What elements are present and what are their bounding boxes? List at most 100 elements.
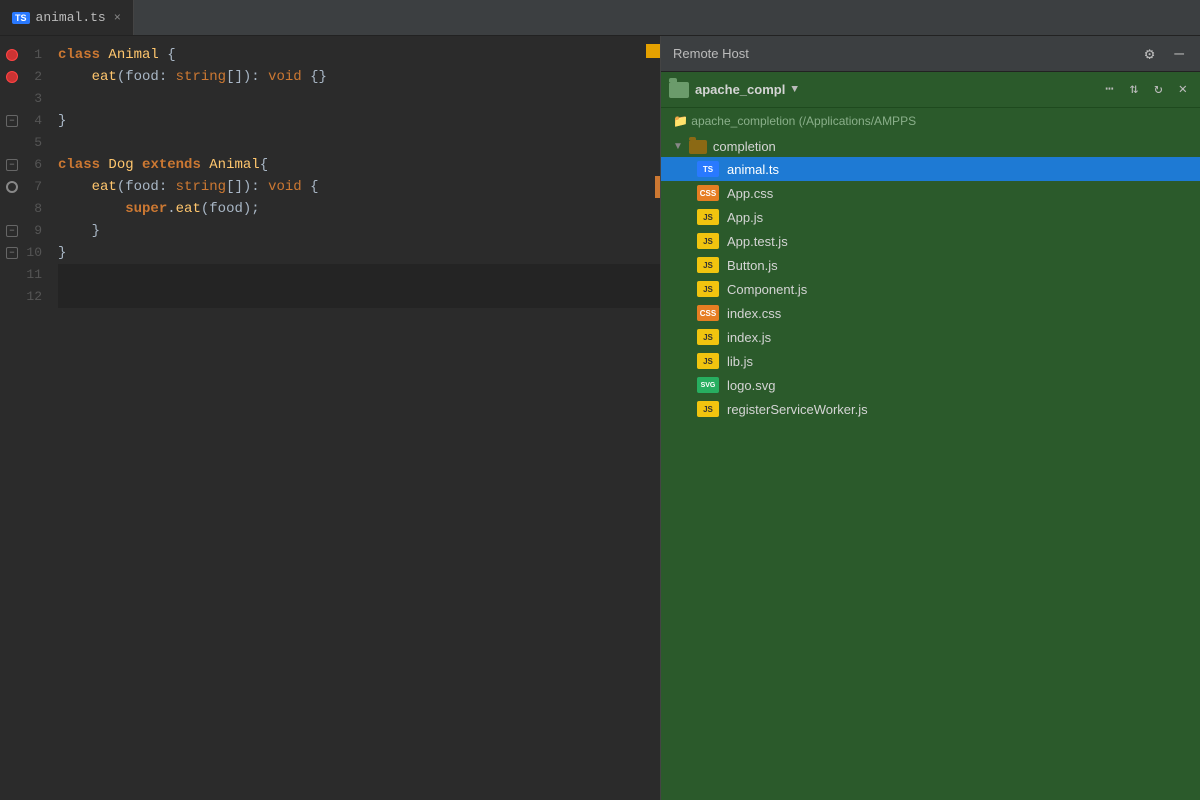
gutter: 1 2 3 − 4 [0,36,50,800]
folder-dropdown-label[interactable]: apache_compl [695,82,785,97]
line-num-8: 8 [24,198,42,220]
file-app-test-js[interactable]: JS App.test.js [661,229,1200,253]
gutter-icon-6: − [4,157,20,173]
brackets: []): [226,66,268,88]
tab-animal-ts[interactable]: TS animal.ts × [0,0,134,35]
file-app-css[interactable]: CSS App.css [661,181,1200,205]
file-name: logo.svg [727,378,775,393]
file-app-js[interactable]: JS App.js [661,205,1200,229]
gutter-row-5: 5 [0,132,42,154]
gutter-icon-9: − [4,223,20,239]
gutter-row-4: − 4 [0,110,42,132]
fold-icon-4[interactable]: − [6,115,18,127]
file-name: index.css [727,306,781,321]
brace-open-6: { [260,154,268,176]
gutter-icon-7 [4,179,20,195]
code-line-9: } [58,220,660,242]
tab-label: animal.ts [36,10,106,25]
line-num-2: 2 [24,66,42,88]
css-file-badge-2: CSS [697,305,719,321]
file-logo-svg[interactable]: SVG logo.svg [661,373,1200,397]
breakpoint-icon-2[interactable] [6,71,18,83]
dot-8: . [167,198,175,220]
gutter-icon-11 [4,267,20,283]
file-button-js[interactable]: JS Button.js [661,253,1200,277]
fold-icon-9[interactable]: − [6,225,18,237]
folder-completion[interactable]: ▼ completion [661,136,1200,157]
file-index-css[interactable]: CSS index.css [661,301,1200,325]
code-editor[interactable]: 1 2 3 − 4 [0,36,660,800]
file-tree-toolbar: apache_compl ▼ ⋯ ⇅ ↻ ✕ [661,72,1200,108]
js-file-badge-5: JS [697,329,719,345]
fold-icon-6[interactable]: − [6,159,18,171]
refresh-button[interactable]: ↻ [1149,78,1167,101]
gutter-icon-12 [4,289,20,305]
empty-body: {} [302,66,327,88]
gutter-icon-2 [4,69,20,85]
type-string-2: string [176,176,226,198]
keyword-class: class [58,44,100,66]
code-line-4: } [58,110,660,132]
file-tree[interactable]: ▼ completion TS animal.ts CSS App.css JS… [661,134,1200,800]
paren-7: (food: [117,176,176,198]
path-row: 📁 apache_completion (/Applications/AMPPS [661,108,1200,134]
line-num-9: 9 [24,220,42,242]
gutter-icon-10: − [4,245,20,261]
gutter-icon-8 [4,201,20,217]
keyword-extends: extends [142,154,201,176]
gutter-row-6: − 6 [0,154,42,176]
file-register-service-worker-js[interactable]: JS registerServiceWorker.js [661,397,1200,421]
code-line-8: super.eat(food); [58,198,660,220]
gutter-icon-1 [4,47,20,63]
js-file-badge-6: JS [697,353,719,369]
close-panel-button[interactable]: ✕ [1174,78,1192,101]
type-void: void [268,66,302,88]
folder-icon-path: 📁 [673,114,691,128]
type-void-2: void [268,176,302,198]
more-options-button[interactable]: ⋯ [1100,78,1118,101]
code-line-10: } [58,242,660,264]
code-line-5 [58,132,660,154]
fn-eat-2: eat [92,176,117,198]
js-file-badge-2: JS [697,233,719,249]
indent-9 [58,220,92,242]
keyword-class-2: class [58,154,100,176]
indent-8 [58,198,125,220]
file-index-js[interactable]: JS index.js [661,325,1200,349]
code-line-12 [58,286,660,308]
minimize-button[interactable]: — [1170,43,1188,65]
paren: (food: [117,66,176,88]
line-num-4: 4 [24,110,42,132]
code-area: 1 2 3 − 4 [0,36,660,800]
gutter-row-7: 7 [0,176,42,198]
folder-tree-icon [689,140,707,154]
breakpoint-muted-icon[interactable] [6,181,18,193]
js-file-badge-3: JS [697,257,719,273]
line-num-5: 5 [24,132,42,154]
line-num-12: 12 [24,286,42,308]
ts-file-badge: TS [697,161,719,177]
dropdown-arrow-icon[interactable]: ▼ [791,84,798,96]
file-name: animal.ts [727,162,779,177]
bookmark-marker [646,44,660,58]
file-name: Component.js [727,282,807,297]
js-file-badge-4: JS [697,281,719,297]
file-animal-ts[interactable]: TS animal.ts [661,157,1200,181]
settings-button[interactable]: ⚙ [1141,42,1159,66]
brackets-7: []): [226,176,268,198]
file-name: App.test.js [727,234,788,249]
breakpoint-icon[interactable] [6,49,18,61]
fold-icon-10[interactable]: − [6,247,18,259]
file-lib-js[interactable]: JS lib.js [661,349,1200,373]
gutter-icon-4: − [4,113,20,129]
code-line-6: class Dog extends Animal{ [58,154,660,176]
collapse-button[interactable]: ⇅ [1125,78,1143,101]
path-text: apache_completion (/Applications/AMPPS [691,114,916,128]
line-num-11: 11 [24,264,42,286]
gutter-row-9: − 9 [0,220,42,242]
fn-eat: eat [92,66,117,88]
file-component-js[interactable]: JS Component.js [661,277,1200,301]
line-num-1: 1 [24,44,42,66]
tab-close-button[interactable]: × [114,11,121,25]
code-content[interactable]: class Animal { eat(food: string[]): void… [50,36,660,800]
